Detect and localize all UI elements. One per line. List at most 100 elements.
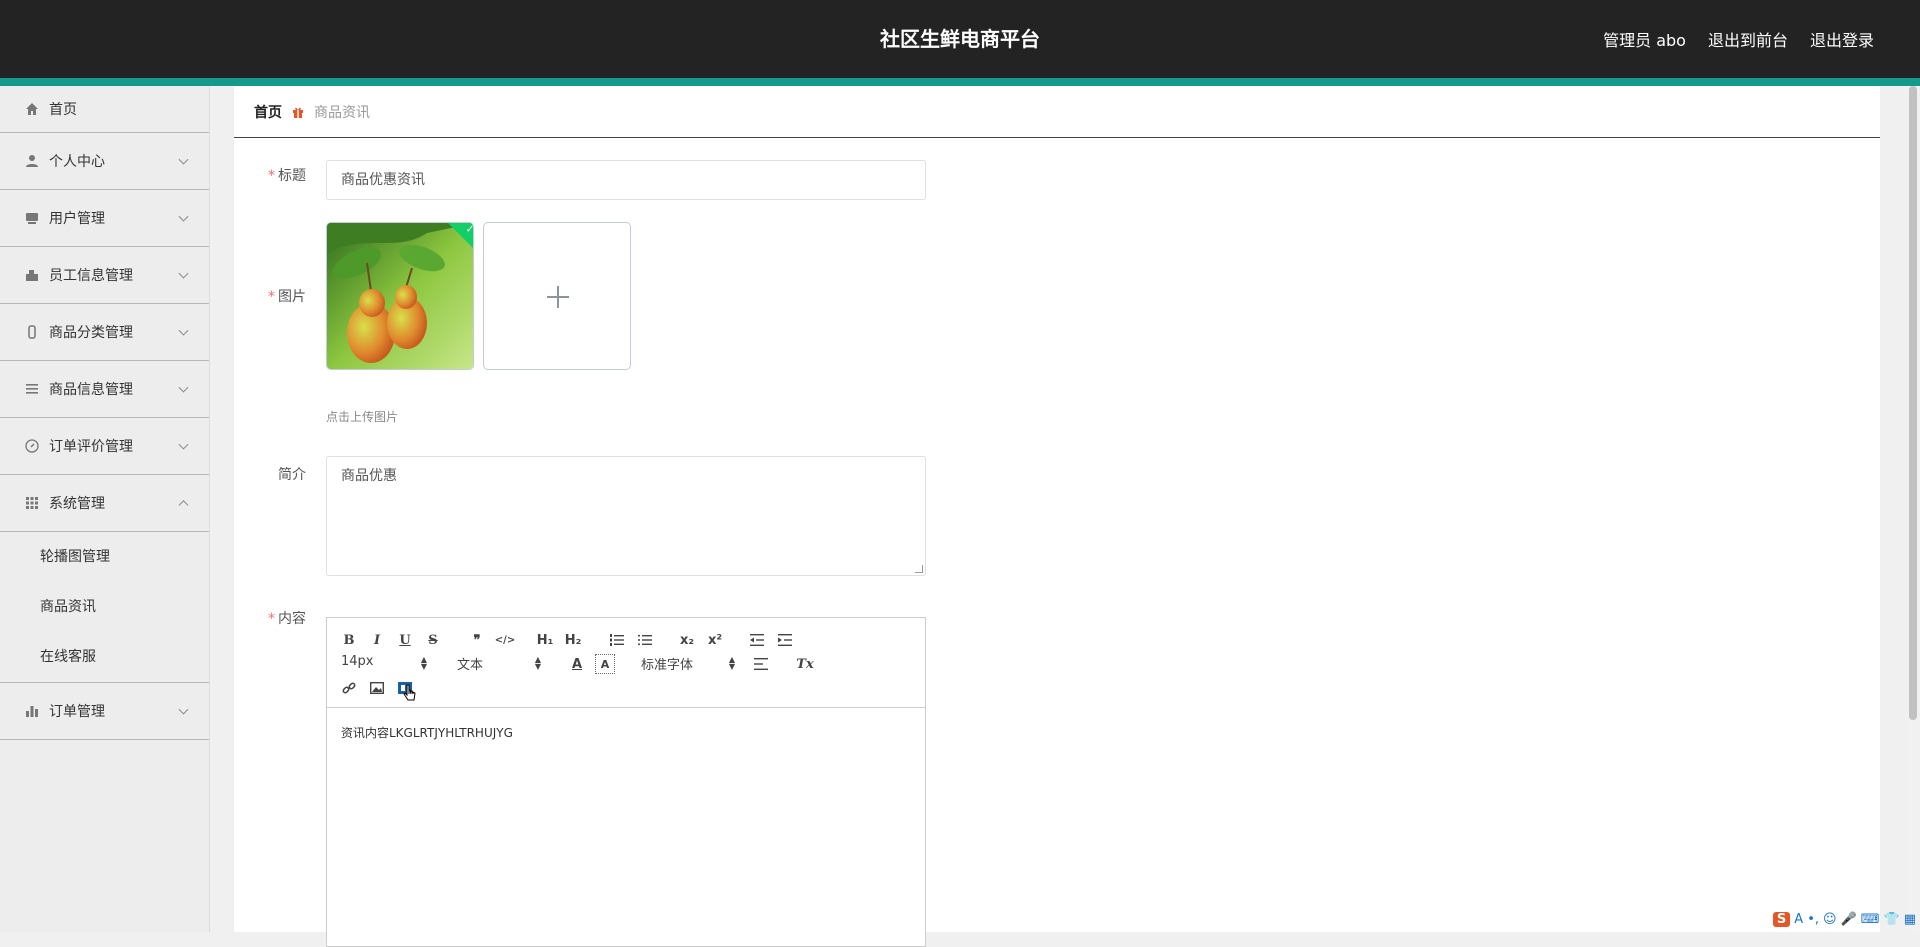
h2-button[interactable]: H₂ (563, 630, 583, 650)
select-arrows-icon: ▲▼ (421, 656, 427, 670)
image-insert-icon[interactable] (367, 678, 387, 698)
upload-add-button[interactable] (483, 222, 631, 370)
align-left-icon[interactable] (751, 654, 771, 674)
sidebar-subitem-carousel[interactable]: 轮播图管理 (0, 532, 209, 582)
outdent-icon[interactable] (747, 630, 767, 650)
sidebar-item-staff-management[interactable]: 员工信息管理 (0, 247, 209, 304)
required-mark: * (268, 289, 275, 305)
sidebar-item-order-review[interactable]: 订单评价管理 (0, 418, 209, 475)
breadcrumb-current: 商品资讯 (314, 102, 370, 122)
indent-icon[interactable] (775, 630, 795, 650)
pear-image (327, 223, 474, 370)
italic-button[interactable]: I (367, 630, 387, 650)
scrollbar-thumb[interactable] (1909, 86, 1917, 720)
sidebar-item-personal-center[interactable]: 个人中心 (0, 133, 209, 190)
chevron-down-icon (179, 383, 189, 393)
title-row: *标题 (234, 162, 316, 190)
chevron-down-icon (179, 212, 189, 222)
users-icon (24, 210, 40, 226)
ime-skin-icon[interactable]: 👕 (1884, 912, 1900, 927)
sidebar-item-category-management[interactable]: 商品分类管理 (0, 304, 209, 361)
sogou-logo-icon[interactable]: S (1773, 912, 1790, 927)
subscript-button[interactable]: x₂ (677, 630, 697, 650)
category-icon (24, 324, 40, 340)
title-label-text: 标题 (278, 168, 306, 184)
sidebar-item-label: 个人中心 (49, 151, 105, 171)
font-size-value: 14px (341, 654, 374, 669)
required-mark: * (268, 168, 275, 184)
sidebar-item-product-management[interactable]: 商品信息管理 (0, 361, 209, 418)
bullet-list-icon[interactable] (635, 630, 655, 650)
sidebar-item-label: 商品信息管理 (49, 379, 133, 399)
sidebar-item-user-management[interactable]: 用户管理 (0, 190, 209, 247)
sidebar: 首页 个人中心 用户管理 员工信息管理 商品分类管理 商品信息管理 (0, 86, 210, 932)
content-row: *内容 (234, 608, 316, 628)
editor-content-area[interactable]: 资讯内容LKGLRTJYHLTRHUJYG (327, 708, 925, 757)
font-family-select[interactable]: 标准字体 ▲▼ (641, 654, 735, 674)
sidebar-item-label: 订单管理 (49, 701, 105, 721)
image-label: *图片 (234, 286, 316, 306)
top-bar-accent (0, 78, 1920, 86)
ime-voice-icon[interactable]: 🎤 (1841, 912, 1857, 927)
breadcrumb-home[interactable]: 首页 (254, 102, 282, 122)
sidebar-subitem-product-news[interactable]: 商品资讯 (0, 582, 209, 632)
sidebar-item-label: 员工信息管理 (49, 265, 133, 285)
bold-button[interactable]: B (339, 630, 359, 650)
underline-button[interactable]: U (395, 630, 415, 650)
clear-format-button[interactable]: Tx (795, 654, 815, 674)
top-links: 管理员 abo 退出到前台 退出登录 (1603, 0, 1874, 78)
intro-label: 简介 (234, 464, 316, 484)
intro-row: 简介 (234, 464, 316, 484)
strike-button[interactable]: S (423, 630, 443, 650)
sidebar-item-home[interactable]: 首页 (0, 86, 209, 133)
chevron-down-icon (179, 705, 189, 715)
ime-punctuation-icon[interactable]: •, (1807, 912, 1819, 927)
to-frontend-link[interactable]: 退出到前台 (1708, 27, 1788, 51)
sidebar-item-system-management[interactable]: 系统管理 (0, 475, 209, 532)
sidebar-item-label: 商品分类管理 (49, 322, 133, 342)
resize-handle[interactable] (915, 565, 923, 573)
check-icon: ✓ (465, 222, 474, 235)
user-icon (24, 153, 40, 169)
link-icon[interactable] (339, 678, 359, 698)
font-size-select[interactable]: 14px ▲▼ (341, 654, 427, 674)
page-scrollbar[interactable] (1906, 86, 1920, 932)
select-arrows-icon: ▲▼ (535, 656, 541, 670)
chevron-down-icon (179, 326, 189, 336)
main-content: 首页 商品资讯 *标题 商品优惠资讯 *图片 (234, 86, 1880, 932)
grid-icon (24, 495, 40, 511)
rich-text-editor: B I U S ❞ </> H₁ H₂ x₂ x² 14px (326, 617, 926, 947)
sidebar-item-label: 系统管理 (49, 493, 105, 513)
select-arrows-icon: ▲▼ (729, 656, 735, 670)
image-label-text: 图片 (278, 289, 306, 305)
h1-button[interactable]: H₁ (535, 630, 555, 650)
header-select-value: 文本 (457, 658, 483, 673)
intro-textarea[interactable]: 商品优惠 (326, 456, 926, 576)
required-mark: * (268, 611, 275, 627)
chevron-down-icon (179, 440, 189, 450)
sidebar-item-label: 首页 (49, 99, 77, 119)
superscript-button[interactable]: x² (705, 630, 725, 650)
ime-mode-icon[interactable]: A (1794, 912, 1803, 927)
ordered-list-icon[interactable] (607, 630, 627, 650)
uploaded-image-thumbnail[interactable]: ✓ (326, 222, 474, 370)
content-label: *内容 (234, 608, 316, 628)
title-input[interactable]: 商品优惠资讯 (326, 160, 926, 200)
sidebar-item-order-management[interactable]: 订单管理 (0, 683, 209, 740)
chart-icon (24, 703, 40, 719)
image-row: *图片 (234, 286, 316, 306)
logout-link[interactable]: 退出登录 (1810, 27, 1874, 51)
intro-value: 商品优惠 (341, 468, 397, 484)
background-color-icon[interactable]: A (595, 654, 615, 674)
ime-toolbox-icon[interactable]: ▦ (1904, 912, 1916, 927)
ime-emoji-icon[interactable]: ☺ (1823, 912, 1837, 927)
blockquote-button[interactable]: ❞ (467, 630, 487, 650)
ime-keyboard-icon[interactable]: ⌨ (1861, 912, 1880, 927)
admin-label[interactable]: 管理员 abo (1603, 27, 1686, 51)
code-block-button[interactable]: </> (495, 630, 515, 650)
system-submenu: 轮播图管理 商品资讯 在线客服 (0, 532, 209, 683)
sidebar-subitem-online-service[interactable]: 在线客服 (0, 632, 209, 682)
chevron-up-icon (179, 500, 189, 510)
header-select[interactable]: 文本 ▲▼ (457, 654, 541, 674)
font-color-icon[interactable]: A (567, 654, 587, 674)
